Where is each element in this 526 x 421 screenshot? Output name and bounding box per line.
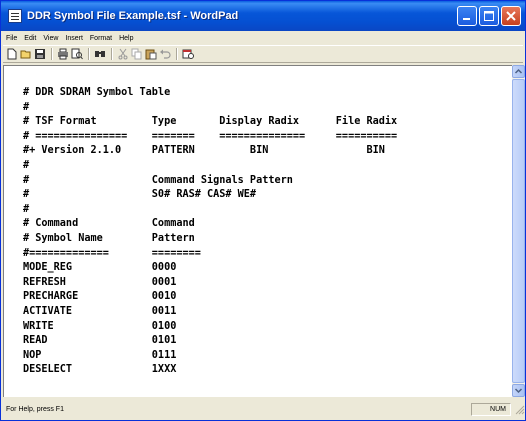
document-line: # TSF Format Type Display Radix File Rad… [23,116,398,128]
toolbar-separator [176,48,177,60]
document-line: MODE_REG 0000 [23,262,177,274]
copy-icon[interactable] [131,48,143,60]
document-line: # DDR SDRAM Symbol Table [23,87,171,98]
document-line: # S0# RAS# CAS# WE# [23,189,257,201]
scroll-down-button[interactable] [512,384,525,397]
menu-bar: File Edit View Insert Format Help [3,31,523,45]
menu-view[interactable]: View [43,35,58,42]
document-line: # Command Signals Pattern [23,174,293,186]
document-line: DESELECT 1XXX [23,364,177,376]
print-icon[interactable] [57,48,69,60]
menu-edit[interactable]: Edit [24,35,36,42]
new-icon[interactable] [6,48,18,60]
document-area[interactable]: # DDR SDRAM Symbol Table # # TSF Format Ty… [3,65,512,397]
open-icon[interactable] [20,48,32,60]
document-line: READ 0101 [23,335,177,347]
menu-insert[interactable]: Insert [65,35,83,42]
menu-file[interactable]: File [6,35,17,42]
wordpad-app-icon[interactable] [8,9,22,23]
document-line: # Symbol Name Pattern [23,232,195,244]
toolbar-separator [51,48,52,60]
document-line: # [23,203,30,215]
document-line: REFRESH 0001 [23,276,177,288]
cut-icon[interactable] [117,48,129,60]
document-line: # [23,101,30,113]
title-bar[interactable]: DDR Symbol File Example.tsf - WordPad [1,1,525,31]
document-line: WRITE 0100 [23,320,177,332]
close-icon [506,11,516,21]
menu-format[interactable]: Format [90,35,112,42]
save-icon[interactable] [34,48,46,60]
chevron-up-icon [514,68,523,74]
toolbar-separator [88,48,89,60]
undo-icon[interactable] [159,48,171,60]
window-controls [457,6,521,26]
vertical-scrollbar[interactable] [512,65,525,397]
document-line: #+ Version 2.1.0 PATTERN BIN BIN [23,145,385,157]
status-help-text: For Help, press F1 [6,405,64,413]
document-line: # [23,159,30,171]
chevron-down-icon [514,388,523,394]
maximize-button[interactable] [479,6,499,26]
minimize-button[interactable] [457,6,477,26]
toolbar [3,45,523,63]
find-icon[interactable] [94,48,106,60]
num-lock-indicator: NUM [471,402,511,416]
scroll-up-button[interactable] [512,65,525,78]
minimize-icon [463,18,470,20]
paste-icon[interactable] [145,48,157,60]
toolbar-separator [111,48,112,60]
document-line: NOP 0111 [23,349,177,361]
print-preview-icon[interactable] [71,48,83,60]
date-time-icon[interactable] [182,48,194,60]
document-line: ACTIVATE 0011 [23,305,177,317]
document-line: # Command Command [23,218,195,230]
wordpad-window: DDR Symbol File Example.tsf - WordPad Fi… [0,0,526,421]
scroll-thumb[interactable] [512,79,525,383]
document-line: PRECHARGE 0010 [23,291,177,303]
resize-grip-icon[interactable] [513,403,525,415]
status-bar: For Help, press F1 NUM [3,399,525,419]
close-button[interactable] [501,6,521,26]
window-title: DDR Symbol File Example.tsf - WordPad [27,10,239,22]
maximize-icon [484,11,494,21]
document-text[interactable]: # DDR SDRAM Symbol Table # # TSF Format Ty… [23,86,397,378]
document-line: # =============== ======= ==============… [23,130,398,142]
menu-help[interactable]: Help [119,35,133,42]
document-line: #============= ======== [23,247,201,259]
